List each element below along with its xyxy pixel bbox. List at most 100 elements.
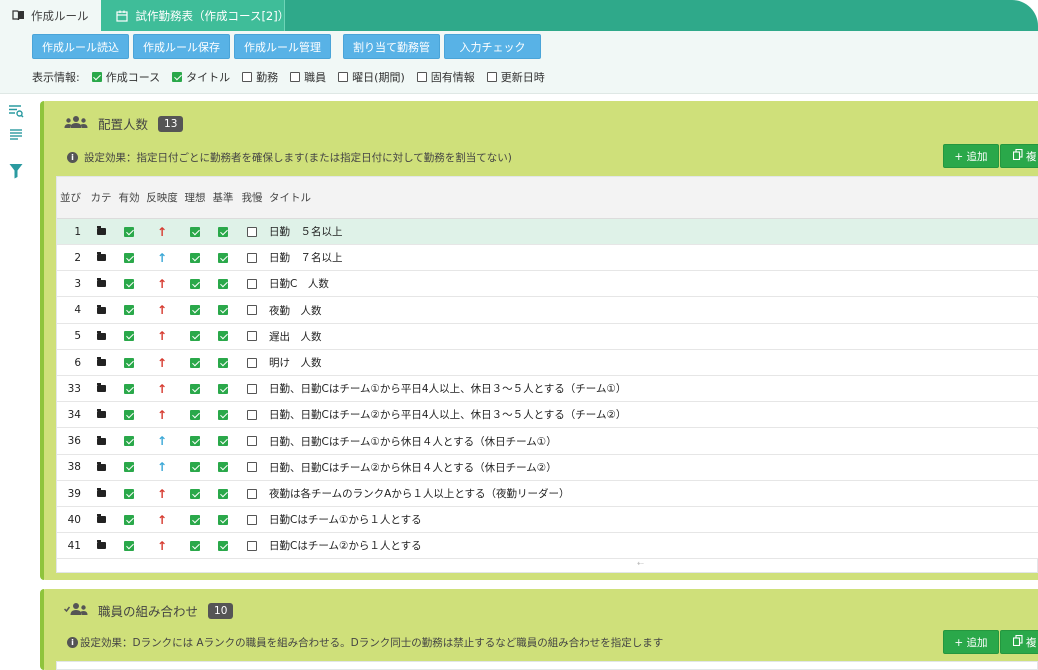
arrow-up-red-icon[interactable]: ↑: [157, 488, 167, 500]
standard-checkbox[interactable]: [218, 252, 228, 263]
tolerance-checkbox[interactable]: [247, 305, 257, 316]
folder-icon[interactable]: [87, 226, 115, 235]
enabled-checkbox[interactable]: [124, 305, 134, 316]
enabled-checkbox[interactable]: [124, 462, 134, 473]
load-rules-button[interactable]: 作成ルール読込: [32, 34, 129, 59]
filter-icon[interactable]: [8, 163, 24, 179]
enabled-checkbox[interactable]: [124, 357, 134, 368]
standard-checkbox[interactable]: [218, 331, 228, 342]
table-row[interactable]: 41 ↑ 日勤Cはチーム②から１人とする: [57, 533, 1038, 560]
arrow-up-red-icon[interactable]: ↑: [157, 278, 167, 290]
tolerance-checkbox[interactable]: [247, 540, 257, 551]
tolerance-checkbox[interactable]: [247, 357, 257, 368]
table-row[interactable]: 2 ↑ 日勤 ７名以上: [57, 245, 1038, 272]
enabled-checkbox[interactable]: [124, 383, 134, 394]
ideal-checkbox[interactable]: [190, 357, 200, 368]
folder-icon[interactable]: [87, 435, 115, 445]
folder-icon[interactable]: [87, 514, 115, 524]
add-button[interactable]: + 追加: [943, 630, 999, 654]
ideal-checkbox[interactable]: [190, 540, 200, 551]
standard-checkbox[interactable]: [218, 409, 228, 420]
manage-rules-button[interactable]: 作成ルール管理: [234, 34, 331, 59]
copy-button[interactable]: 複: [1000, 630, 1038, 654]
standard-checkbox[interactable]: [218, 383, 228, 394]
ideal-checkbox[interactable]: [190, 278, 200, 289]
arrow-up-red-icon[interactable]: ↑: [157, 409, 167, 421]
ideal-checkbox[interactable]: [190, 436, 200, 447]
folder-icon[interactable]: [87, 540, 115, 550]
arrow-up-blue-icon[interactable]: ↑: [157, 461, 167, 473]
tolerance-checkbox[interactable]: [247, 252, 257, 263]
col-category[interactable]: カテ: [87, 190, 115, 205]
checkbox[interactable]: [416, 72, 427, 82]
arrow-up-red-icon[interactable]: ↑: [157, 514, 167, 526]
tolerance-checkbox[interactable]: [247, 514, 257, 525]
enabled-checkbox[interactable]: [124, 278, 134, 289]
arrow-up-red-icon[interactable]: ↑: [157, 226, 167, 238]
standard-checkbox[interactable]: [218, 462, 228, 473]
list-icon[interactable]: [8, 126, 24, 142]
standard-checkbox[interactable]: [218, 226, 228, 237]
enabled-checkbox[interactable]: [124, 226, 134, 237]
table-row[interactable]: 36 ↑ 日勤、日勤Cはチーム①から休日４人とする（休日チーム①）: [57, 428, 1038, 455]
tolerance-checkbox[interactable]: [247, 488, 257, 499]
table-row[interactable]: 38 ↑ 日勤、日勤Cはチーム②から休日４人とする（休日チーム②）: [57, 454, 1038, 481]
tab-trial-schedule[interactable]: 試作勤務表（作成コース[2]）: [101, 0, 289, 31]
tolerance-checkbox[interactable]: [247, 278, 257, 289]
ideal-checkbox[interactable]: [190, 226, 200, 237]
enabled-checkbox[interactable]: [124, 252, 134, 263]
folder-icon[interactable]: [87, 330, 115, 340]
table-row[interactable]: 6 ↑ 明け 人数: [57, 350, 1038, 376]
search-list-icon[interactable]: [8, 103, 24, 119]
arrow-up-red-icon[interactable]: ↑: [157, 330, 167, 342]
arrow-up-red-icon[interactable]: ↑: [157, 304, 167, 316]
standard-checkbox[interactable]: [218, 357, 228, 368]
ideal-checkbox[interactable]: [190, 462, 200, 473]
tolerance-checkbox[interactable]: [247, 436, 257, 447]
ideal-checkbox[interactable]: [190, 488, 200, 499]
folder-icon[interactable]: [87, 252, 115, 262]
display-option-updated[interactable]: 更新日時: [486, 69, 545, 85]
display-option-staff[interactable]: 職員: [290, 69, 326, 85]
folder-icon[interactable]: [87, 409, 115, 419]
col-standard[interactable]: 基準: [209, 190, 237, 205]
enabled-checkbox[interactable]: [124, 540, 134, 551]
standard-checkbox[interactable]: [218, 436, 228, 447]
checkbox[interactable]: [172, 72, 183, 82]
ideal-checkbox[interactable]: [190, 383, 200, 394]
display-option-shift[interactable]: 勤務: [242, 69, 278, 85]
standard-checkbox[interactable]: [218, 514, 228, 525]
ideal-checkbox[interactable]: [190, 305, 200, 316]
tolerance-checkbox[interactable]: [247, 331, 257, 342]
table-row[interactable]: 33 ↑ 日勤、日勤Cはチーム①から平日4人以上、休日３～５人とする（チーム①）: [57, 376, 1038, 403]
col-tolerance[interactable]: 我慢: [237, 190, 267, 205]
assignment-management-button[interactable]: 割り当て勤務管: [343, 34, 440, 59]
standard-checkbox[interactable]: [218, 540, 228, 551]
table-row[interactable]: 5 ↑ 遅出 人数: [57, 323, 1038, 350]
table-row[interactable]: 1 ↑ 日勤 ５名以上: [57, 219, 1038, 245]
standard-checkbox[interactable]: [218, 488, 228, 499]
folder-icon[interactable]: [87, 278, 115, 288]
ideal-checkbox[interactable]: [190, 514, 200, 525]
folder-icon[interactable]: [87, 383, 115, 393]
save-rules-button[interactable]: 作成ルール保存: [133, 34, 230, 59]
tolerance-checkbox[interactable]: [247, 462, 257, 473]
arrow-up-red-icon[interactable]: ↑: [157, 383, 167, 395]
table-row[interactable]: 39 ↑ 夜勤は各チームのランクAから１人以上とする（夜勤リーダー）: [57, 481, 1038, 507]
tolerance-checkbox[interactable]: [247, 409, 257, 420]
checkbox[interactable]: [91, 72, 102, 82]
enabled-checkbox[interactable]: [124, 331, 134, 342]
display-option-weekday[interactable]: 曜日(期間): [338, 69, 405, 85]
add-button[interactable]: + 追加: [943, 144, 999, 168]
table-row[interactable]: 40 ↑ 日勤Cはチーム①から１人とする: [57, 507, 1038, 534]
checkbox[interactable]: [242, 72, 253, 82]
table-row[interactable]: 4 ↑ 夜勤 人数: [57, 297, 1038, 324]
folder-icon[interactable]: [87, 488, 115, 497]
arrow-up-blue-icon[interactable]: ↑: [157, 435, 167, 447]
enabled-checkbox[interactable]: [124, 409, 134, 420]
col-ideal[interactable]: 理想: [181, 190, 209, 205]
col-reflection[interactable]: 反映度: [143, 190, 181, 205]
arrow-up-red-icon[interactable]: ↑: [157, 357, 167, 369]
table-row[interactable]: 34 ↑ 日勤、日勤Cはチーム②から平日4人以上、休日３～５人とする（チーム②）: [57, 402, 1038, 429]
folder-icon[interactable]: [87, 357, 115, 366]
